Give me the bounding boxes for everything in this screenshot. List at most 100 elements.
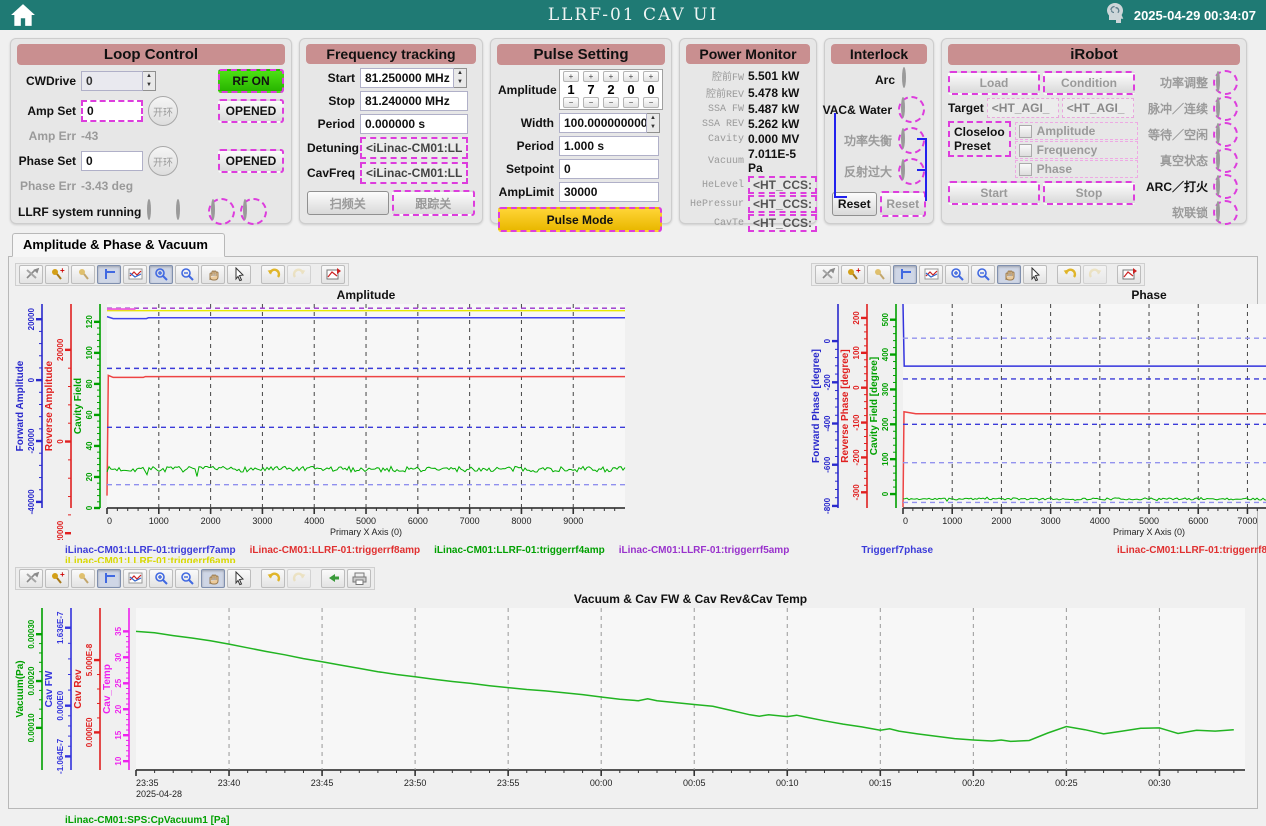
width-value[interactable]: 100.000000000 m: [559, 113, 647, 133]
digit-decrement-button[interactable]: −: [603, 97, 619, 108]
legend-entry[interactable]: iLinac-CM01:LLRF-01:triggerrf4amp: [434, 545, 605, 556]
start-button[interactable]: Start: [948, 181, 1040, 205]
undo-icon[interactable]: [1057, 265, 1081, 284]
legend-entry[interactable]: iLinac-CM01:LLRF-01:triggerrf5amp: [619, 545, 790, 556]
condition-button[interactable]: Condition: [1043, 71, 1135, 95]
amp-set-input[interactable]: [81, 100, 143, 122]
pan-icon[interactable]: [997, 265, 1021, 284]
width-up-icon[interactable]: ▲: [647, 114, 659, 123]
marker-icon[interactable]: [867, 265, 891, 284]
digit-decrement-button[interactable]: −: [583, 97, 599, 108]
phase-set-input[interactable]: [81, 151, 143, 171]
start-freq-value[interactable]: 81.250000 MHz: [360, 68, 454, 88]
crosshair-icon[interactable]: [97, 265, 121, 284]
track-off-button[interactable]: 跟踪关: [392, 190, 476, 216]
width-spinner[interactable]: 100.000000000 m ▲▼: [559, 113, 660, 133]
crosshair-icon[interactable]: [97, 569, 121, 588]
cwdrive-up-icon[interactable]: ▲: [143, 72, 155, 81]
undo-icon[interactable]: [261, 265, 285, 284]
digit-decrement-button[interactable]: −: [623, 97, 639, 108]
checkbox[interactable]: [1019, 144, 1032, 157]
rf-on-button[interactable]: RF ON: [218, 69, 284, 93]
zoom-out-icon[interactable]: [175, 265, 199, 284]
settings-icon[interactable]: [815, 265, 839, 284]
digit-decrement-button[interactable]: −: [563, 97, 579, 108]
amp-open-loop-button[interactable]: 开环: [148, 96, 178, 126]
digit-decrement-button[interactable]: −: [643, 97, 659, 108]
start-freq-spinner[interactable]: 81.250000 MHz ▲▼: [360, 68, 467, 88]
stop-freq-value[interactable]: 81.240000 MHz: [360, 91, 468, 111]
phase-plot[interactable]: PhaseForward Phase [degree]0-200-400-600…: [811, 288, 1266, 540]
cwdrive-value[interactable]: 0: [81, 71, 143, 91]
pan-icon[interactable]: [201, 265, 225, 284]
zoom-in-icon[interactable]: [945, 265, 969, 284]
phase-opened-button[interactable]: OPENED: [218, 149, 284, 173]
amplitude-digit-wheel[interactable]: +1−+7−+2−+0−+0−: [559, 69, 663, 110]
legend-entry[interactable]: iLinac-CM01:LLRF-01:triggerrf8phase: [1117, 545, 1266, 556]
digit-increment-button[interactable]: +: [623, 71, 639, 82]
pointer-icon[interactable]: [227, 569, 251, 588]
zoom-in-icon[interactable]: [149, 265, 173, 284]
zoom-out-icon[interactable]: [175, 569, 199, 588]
pointer-icon[interactable]: [1023, 265, 1047, 284]
tab-amplitude-phase-vacuum[interactable]: Amplitude & Phase & Vacuum: [12, 233, 225, 257]
digit-increment-button[interactable]: +: [563, 71, 579, 82]
width-down-icon[interactable]: ▼: [647, 123, 659, 132]
cwdrive-down-icon[interactable]: ▼: [143, 81, 155, 90]
redo-icon[interactable]: [1083, 265, 1107, 284]
print-icon[interactable]: [347, 569, 371, 588]
panel-loop-control: Loop Control CWDrive 0 ▲▼ RF ON Amp Set …: [10, 38, 292, 224]
period-value[interactable]: 0.000000 s: [360, 114, 468, 134]
stop-button[interactable]: Stop: [1043, 181, 1135, 205]
export-chart-icon[interactable]: [321, 265, 345, 284]
start-down-icon[interactable]: ▼: [454, 78, 466, 87]
crosshair-icon[interactable]: [893, 265, 917, 284]
settings-icon[interactable]: [19, 569, 43, 588]
chart-legend: Triggerf7phase iLinac-CM01:LLRF-01:trigge…: [811, 545, 1266, 556]
reset-button[interactable]: Reset: [832, 192, 877, 216]
zoom-out-icon[interactable]: [971, 265, 995, 284]
amp-opened-button[interactable]: OPENED: [218, 99, 284, 123]
legend-entry[interactable]: iLinac-CM01:LLRF-01:triggerrf7amp: [65, 545, 236, 556]
stagger-axes-icon[interactable]: [123, 265, 147, 284]
checkbox[interactable]: [1019, 125, 1032, 138]
pulse-mode-button[interactable]: Pulse Mode: [498, 207, 662, 232]
marker-add-icon[interactable]: +: [45, 265, 69, 284]
zoom-in-icon[interactable]: [149, 569, 173, 588]
checkbox[interactable]: [1019, 163, 1032, 176]
stagger-axes-icon[interactable]: [123, 569, 147, 588]
marker-icon[interactable]: [71, 265, 95, 284]
sweep-off-button[interactable]: 扫频关: [307, 191, 389, 215]
amplimit-value[interactable]: 30000: [559, 182, 659, 202]
vacuum-plot[interactable]: Vacuum & Cav FW & Cav Rev&Cav TempVacuum…: [15, 592, 1253, 810]
phase-open-loop-button[interactable]: 开环: [148, 146, 178, 176]
start-up-icon[interactable]: ▲: [454, 69, 466, 78]
stagger-axes-icon[interactable]: [919, 265, 943, 284]
marker-add-icon[interactable]: +: [45, 569, 69, 588]
setpoint-value[interactable]: 0: [559, 159, 659, 179]
digit-increment-button[interactable]: +: [603, 71, 619, 82]
legend-entry[interactable]: iLinac-CM01:LLRF-01:triggerrf6amp: [65, 556, 236, 563]
back-icon[interactable]: [321, 569, 345, 588]
pan-icon[interactable]: [201, 569, 225, 588]
export-chart-icon[interactable]: [1117, 265, 1141, 284]
amplitude-plot[interactable]: AmplitudeForward Amplitude200000-20000-4…: [15, 288, 633, 540]
marker-icon[interactable]: [71, 569, 95, 588]
legend-entry[interactable]: iLinac-CM01:SPS:CpVacuum1 [Pa]: [65, 815, 229, 826]
settings-icon[interactable]: [19, 265, 43, 284]
pulse-period-value[interactable]: 1.000 s: [559, 136, 659, 156]
undo-icon[interactable]: [261, 569, 285, 588]
legend-entry[interactable]: iLinac-CM01:LLRF-01:triggerrf8amp: [250, 545, 421, 556]
reset-pv-button[interactable]: Reset: [880, 191, 927, 217]
cwdrive-spinner[interactable]: 0 ▲▼: [81, 71, 156, 91]
legend-entry[interactable]: Triggerf7phase: [861, 545, 933, 556]
irobot-title: iRobot: [948, 44, 1240, 65]
redo-icon[interactable]: [287, 569, 311, 588]
redo-icon[interactable]: [287, 265, 311, 284]
marker-add-icon[interactable]: +: [841, 265, 865, 284]
pointer-icon[interactable]: [227, 265, 251, 284]
digit-increment-button[interactable]: +: [583, 71, 599, 82]
digit-increment-button[interactable]: +: [643, 71, 659, 82]
load-button[interactable]: Load: [948, 71, 1040, 95]
ai-brain-icon[interactable]: [1102, 1, 1126, 30]
